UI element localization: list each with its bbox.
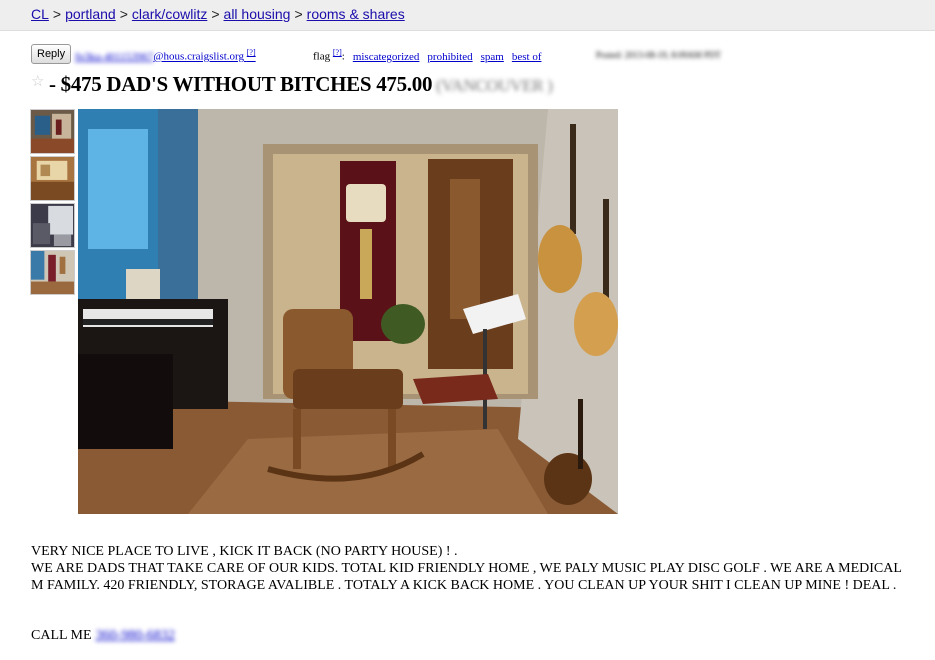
star-icon[interactable]: ☆ (31, 72, 44, 91)
flag-miscategorized[interactable]: miscategorized (353, 51, 420, 63)
posted-date: Posted: 2013-08-19, 8:09AM PDT (596, 50, 722, 60)
email-help-link[interactable]: [?] (247, 48, 256, 57)
flag-prohibited[interactable]: prohibited (427, 51, 472, 63)
top-bar: CL > portland > clark/cowlitz > all housing > ro… (0, 0, 935, 31)
breadcrumb-all-housing[interactable]: all housing (224, 6, 291, 22)
breadcrumb-separator: > (52, 6, 62, 22)
posting-toolbar: Reply fp3ku-401153967@hous.craigslist.or… (31, 44, 911, 64)
posting-title-text: - $475 DAD'S WITHOUT BITCHES 475.00 (49, 72, 433, 96)
breadcrumb-cl[interactable]: CL (31, 6, 49, 22)
call-me-line: CALL ME 360-980-6832 (31, 628, 175, 644)
breadcrumb: CL > portland > clark/cowlitz > all housing > ro… (31, 6, 405, 22)
flag-label: flag (313, 50, 331, 63)
posting-title: - $475 DAD'S WITHOUT BITCHES 475.00 (VANC… (49, 72, 553, 97)
breadcrumb-rooms-shares[interactable]: rooms & shares (307, 6, 405, 22)
breadcrumb-portland[interactable]: portland (65, 6, 116, 22)
posting-location: (VANCOUVER ) (436, 76, 553, 95)
photo-thumbnail-4[interactable] (30, 250, 75, 295)
body-paragraph-1: VERY NICE PLACE TO LIVE , KICK IT BACK (… (31, 544, 458, 559)
breadcrumb-clark-cowlitz[interactable]: clark/cowlitz (132, 6, 207, 22)
body-paragraph-2: WE ARE DADS THAT TAKE CARE OF OUR KIDS. … (31, 561, 902, 593)
photo-thumbnail-3[interactable] (30, 203, 75, 248)
email-domain: @hous.craigslist.org (153, 50, 245, 63)
reply-button[interactable]: Reply (31, 44, 72, 64)
main-listing-photo[interactable] (78, 109, 618, 514)
flag-colon: : (341, 50, 345, 63)
reply-email-link[interactable]: fp3ku-401153967@hous.craigslist.org [?] (75, 48, 256, 63)
flag-spam[interactable]: spam (481, 51, 504, 63)
flag-help-link[interactable]: [?] (333, 48, 342, 57)
flag-bar: flag [?]: miscategorized prohibited spam bes… (313, 48, 542, 63)
flag-best-of[interactable]: best of (512, 51, 542, 63)
photo-thumbnail-2[interactable] (30, 156, 75, 201)
breadcrumb-separator: > (294, 6, 303, 22)
call-me-label: CALL ME (31, 628, 92, 643)
photo-thumbnail-1[interactable] (30, 109, 75, 154)
phone-number-link[interactable]: 360-980-6832 (96, 628, 175, 643)
email-user-blurred: fp3ku-401153967 (75, 50, 154, 63)
breadcrumb-separator: > (211, 6, 220, 22)
breadcrumb-separator: > (119, 6, 128, 22)
posting-body: VERY NICE PLACE TO LIVE , KICK IT BACK (… (31, 543, 911, 594)
